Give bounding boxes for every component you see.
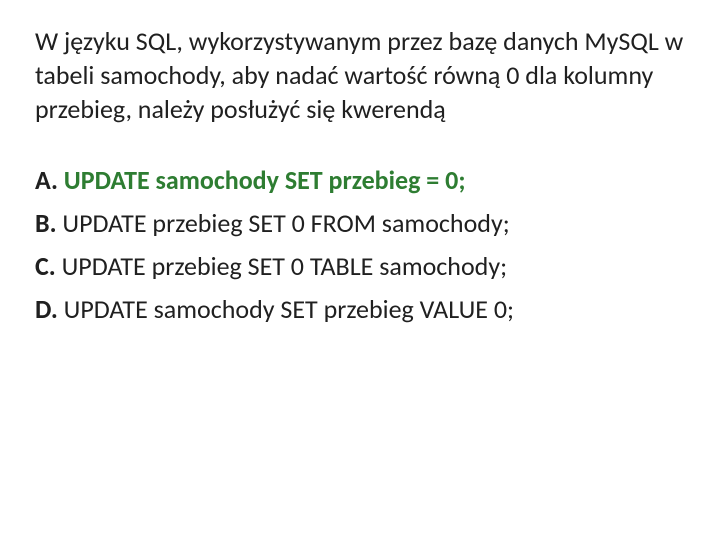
- option-a-label: A.: [35, 164, 58, 196]
- option-d-label: D.: [35, 293, 58, 325]
- options-list: A. UPDATE samochody SET przebieg = 0; B.…: [35, 161, 685, 329]
- option-b-text: UPDATE przebieg SET 0 FROM samochody;: [62, 207, 509, 239]
- option-c-label: C.: [35, 250, 56, 282]
- option-a-text: UPDATE samochody SET przebieg = 0;: [64, 164, 466, 196]
- option-c-text: UPDATE przebieg SET 0 TABLE samochody;: [62, 250, 507, 282]
- option-a: A. UPDATE samochody SET przebieg = 0;: [35, 161, 685, 200]
- option-b: B. UPDATE przebieg SET 0 FROM samochody;: [35, 204, 685, 243]
- option-c: C. UPDATE przebieg SET 0 TABLE samochody…: [35, 247, 685, 286]
- question-text: W języku SQL, wykorzystywanym przez bazę…: [35, 25, 685, 126]
- option-d-text: UPDATE samochody SET przebieg VALUE 0;: [64, 293, 514, 325]
- option-d: D. UPDATE samochody SET przebieg VALUE 0…: [35, 290, 685, 329]
- option-b-label: B.: [35, 207, 57, 239]
